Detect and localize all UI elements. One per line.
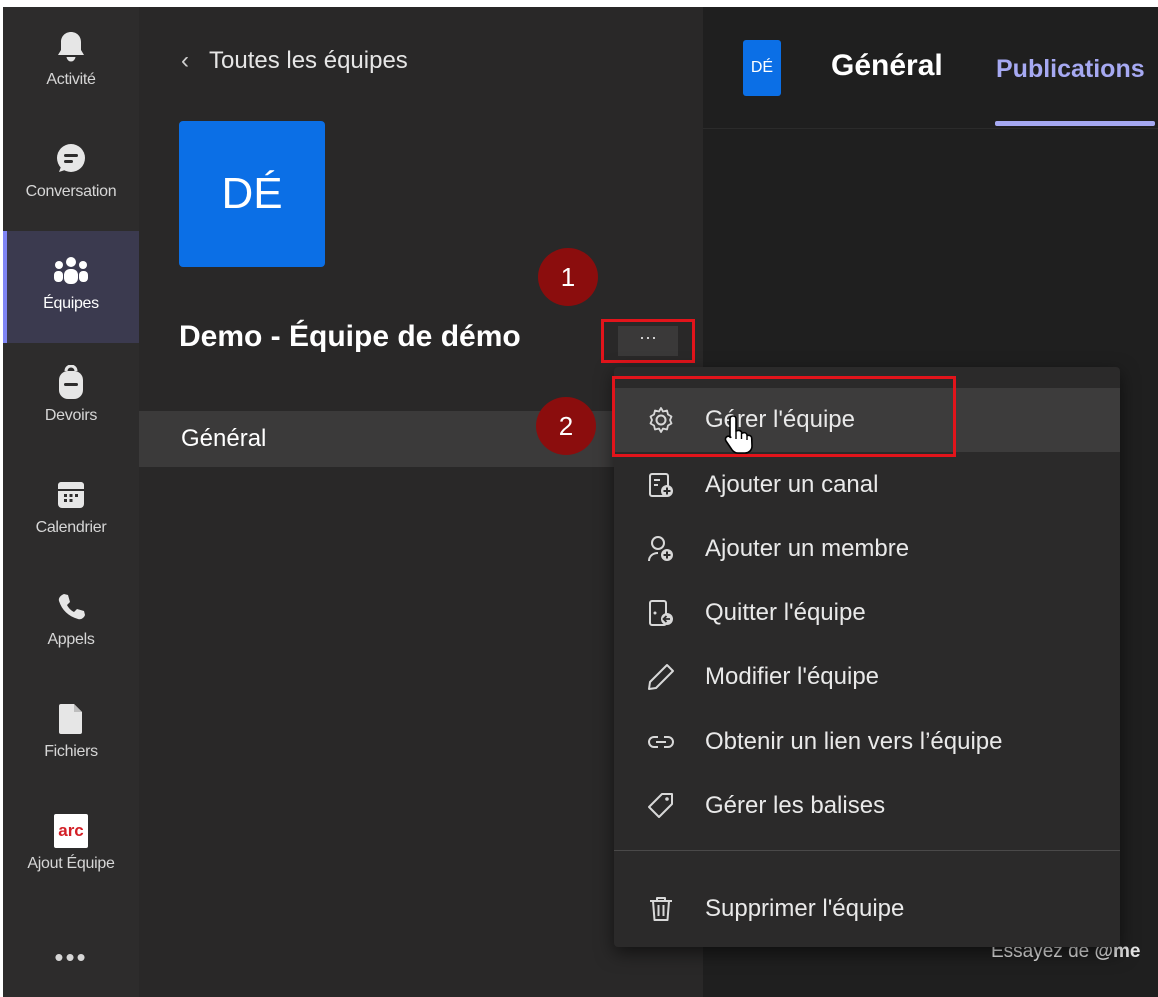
menu-item-label: Gérer les balises: [705, 792, 886, 819]
channel-title: Général: [831, 49, 943, 82]
highlight-manage-team: [612, 376, 956, 457]
rail-item-label: Appels: [47, 631, 95, 648]
step-badge-1: 1: [538, 248, 598, 306]
rail-item-label: Devoirs: [44, 407, 98, 424]
tab-publications[interactable]: Publications: [996, 55, 1145, 84]
team-avatar: DÉ: [179, 121, 325, 267]
teams-icon: [51, 251, 91, 291]
menu-item-label: Quitter l'équipe: [705, 599, 866, 626]
rail-item-label: Conversation: [25, 183, 117, 200]
rail-item-label: Ajout Équipe: [27, 855, 115, 872]
tag-icon: [644, 789, 678, 823]
menu-item-ajouter-membre[interactable]: Ajouter un membre: [614, 517, 1120, 581]
menu-item-obtenir-lien[interactable]: Obtenir un lien vers l’équipe: [614, 710, 1120, 774]
rail-more-button[interactable]: •••: [3, 932, 139, 982]
rail-item-ajout-equipe[interactable]: arc Ajout Équipe: [3, 791, 139, 903]
trash-icon: [644, 892, 678, 926]
link-icon: [644, 725, 678, 759]
back-label: Toutes les équipes: [209, 47, 408, 74]
active-tab-indicator: [995, 121, 1155, 126]
menu-item-gerer-balises[interactable]: Gérer les balises: [614, 774, 1120, 838]
arc-app-icon: arc: [51, 811, 91, 851]
menu-item-label: Modifier l'équipe: [705, 663, 880, 690]
phone-icon: [51, 587, 91, 627]
rail-item-label: Équipes: [43, 295, 99, 312]
menu-item-ajouter-canal[interactable]: Ajouter un canal: [614, 453, 1120, 517]
menu-item-label: Ajouter un canal: [705, 471, 879, 498]
bell-icon: [51, 27, 91, 67]
backpack-icon: [51, 363, 91, 403]
menu-item-quitter-equipe[interactable]: Quitter l'équipe: [614, 581, 1120, 645]
rail-item-calendrier[interactable]: Calendrier: [3, 455, 139, 567]
rail-item-devoirs[interactable]: Devoirs: [3, 343, 139, 455]
rail-item-appels[interactable]: Appels: [3, 567, 139, 679]
menu-item-supprimer-equipe[interactable]: Supprimer l'équipe: [614, 877, 1120, 941]
rail-item-equipes[interactable]: Équipes: [3, 231, 139, 343]
rail-item-conversation[interactable]: Conversation: [3, 119, 139, 231]
more-options-button[interactable]: ···: [601, 319, 695, 363]
channel-avatar: DÉ: [743, 40, 781, 96]
rail-item-label: Activité: [46, 71, 96, 88]
menu-item-label: Obtenir un lien vers l’équipe: [705, 728, 1003, 755]
add-member-icon: [644, 532, 678, 566]
team-name: Demo - Équipe de démo: [179, 320, 521, 353]
rail-item-activite[interactable]: Activité: [3, 7, 139, 119]
hand-pointer-icon: [724, 415, 753, 454]
chevron-left-icon: ‹: [181, 47, 189, 74]
menu-item-label: Ajouter un membre: [705, 535, 910, 562]
leave-team-icon: [644, 596, 678, 630]
back-to-all-teams[interactable]: ‹ Toutes les équipes: [181, 47, 408, 75]
file-icon: [51, 699, 91, 739]
menu-item-modifier-equipe[interactable]: Modifier l'équipe: [614, 645, 1120, 709]
channel-label: Général: [181, 425, 267, 452]
add-channel-icon: [644, 468, 678, 502]
rail-item-fichiers[interactable]: Fichiers: [3, 679, 139, 791]
channel-header: DÉ Général Publications: [703, 7, 1158, 129]
more-options-icon: ···: [618, 326, 678, 356]
menu-item-label: Supprimer l'équipe: [705, 895, 905, 922]
app-rail: Activité Conversation Équipes Devoirs Ca…: [3, 7, 139, 997]
step-badge-2: 2: [536, 397, 596, 455]
calendar-icon: [51, 475, 91, 515]
chat-icon: [51, 139, 91, 179]
rail-item-label: Calendrier: [35, 519, 107, 536]
menu-divider: [614, 850, 1120, 851]
pencil-icon: [644, 660, 678, 694]
rail-item-label: Fichiers: [44, 743, 98, 760]
